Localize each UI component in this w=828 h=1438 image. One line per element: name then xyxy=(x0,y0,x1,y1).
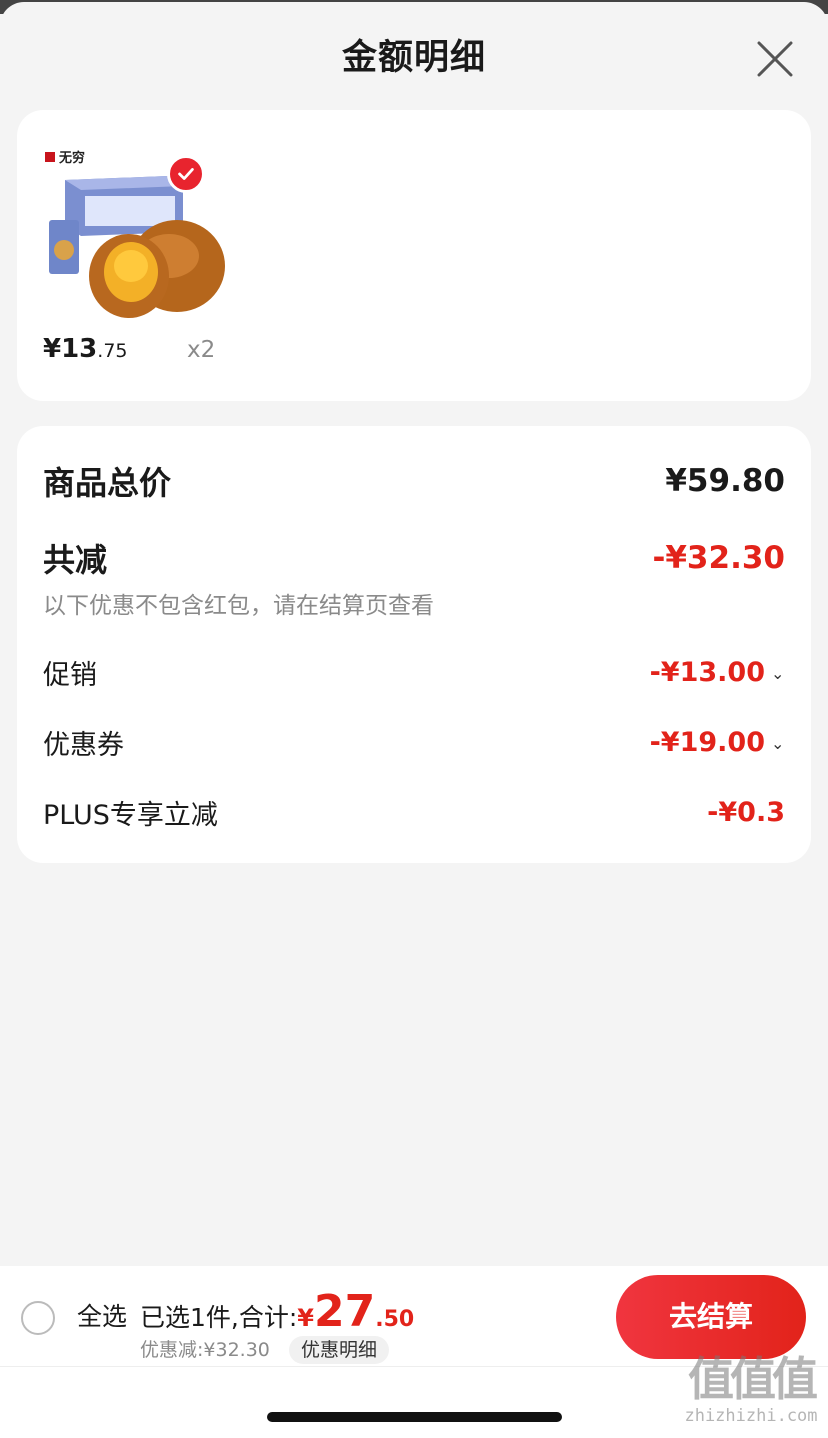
select-all-radio[interactable] xyxy=(21,1301,55,1335)
sheet-title: 金额明细 xyxy=(341,38,486,78)
coupon-value: -¥19.00 ⌄ xyxy=(649,726,785,758)
chevron-down-icon[interactable]: ⌄ xyxy=(771,664,785,683)
plus-discount-value: -¥0.3 xyxy=(707,796,785,828)
coupon-label: 优惠券 xyxy=(43,729,124,761)
promotion-label: 促销 xyxy=(43,659,97,691)
watermark: 值值值 zhizhizhi.com xyxy=(676,1352,826,1432)
close-icon[interactable] xyxy=(752,36,798,82)
total-price-row: 商品总价 ¥59.80 xyxy=(43,459,785,503)
grand-total: ¥27.50 xyxy=(297,1286,415,1337)
promotion-value: -¥13.00 ⌄ xyxy=(649,656,785,688)
discount-detail-button[interactable]: 优惠明细 xyxy=(289,1336,390,1364)
total-price-label: 商品总价 xyxy=(43,464,172,502)
checkout-button[interactable]: 去结算 xyxy=(616,1275,806,1359)
watermark-url: zhizhizhi.com xyxy=(684,1406,818,1426)
total-price-value: ¥59.80 xyxy=(665,463,785,499)
discount-amount: 优惠减:¥32.30 xyxy=(140,1339,270,1361)
home-indicator xyxy=(267,1412,562,1422)
product-price-int: ¥13 xyxy=(43,334,98,364)
product-price: ¥13.75 xyxy=(43,332,128,366)
amount-detail-sheet: 金额明细 无穷 ¥13.75 x2 商品总价 ¥59.80 共减 -¥32.30… xyxy=(0,2,828,1438)
price-breakdown-card: 商品总价 ¥59.80 共减 -¥32.30 以下优惠不包含红包，请在结算页查看… xyxy=(17,426,811,863)
total-reduce-label: 共减 xyxy=(43,541,108,579)
coupon-row[interactable]: 优惠券 -¥19.00 ⌄ xyxy=(43,722,785,762)
discount-note: 以下优惠不包含红包，请在结算页查看 xyxy=(43,593,434,619)
plus-discount-label: PLUS专享立减 xyxy=(43,799,218,831)
watermark-logo: 值值值 xyxy=(688,1352,818,1406)
product-price-dec: .75 xyxy=(97,340,128,362)
selected-check-icon[interactable] xyxy=(167,155,205,193)
total-reduce-value: -¥32.30 xyxy=(652,540,786,576)
selected-count-text: 已选1件,合计: xyxy=(140,1303,298,1332)
promotion-row[interactable]: 促销 -¥13.00 ⌄ xyxy=(43,652,785,692)
brand-logo-text: 无穷 xyxy=(58,150,85,166)
select-all-label[interactable]: 全选 xyxy=(77,1300,127,1334)
product-quantity: x2 xyxy=(187,337,216,363)
chevron-down-icon[interactable]: ⌄ xyxy=(771,734,785,753)
product-card: 无穷 ¥13.75 x2 xyxy=(17,110,811,401)
plus-discount-row: PLUS专享立减 -¥0.3 xyxy=(43,792,785,832)
total-reduce-row: 共减 -¥32.30 xyxy=(43,536,785,580)
